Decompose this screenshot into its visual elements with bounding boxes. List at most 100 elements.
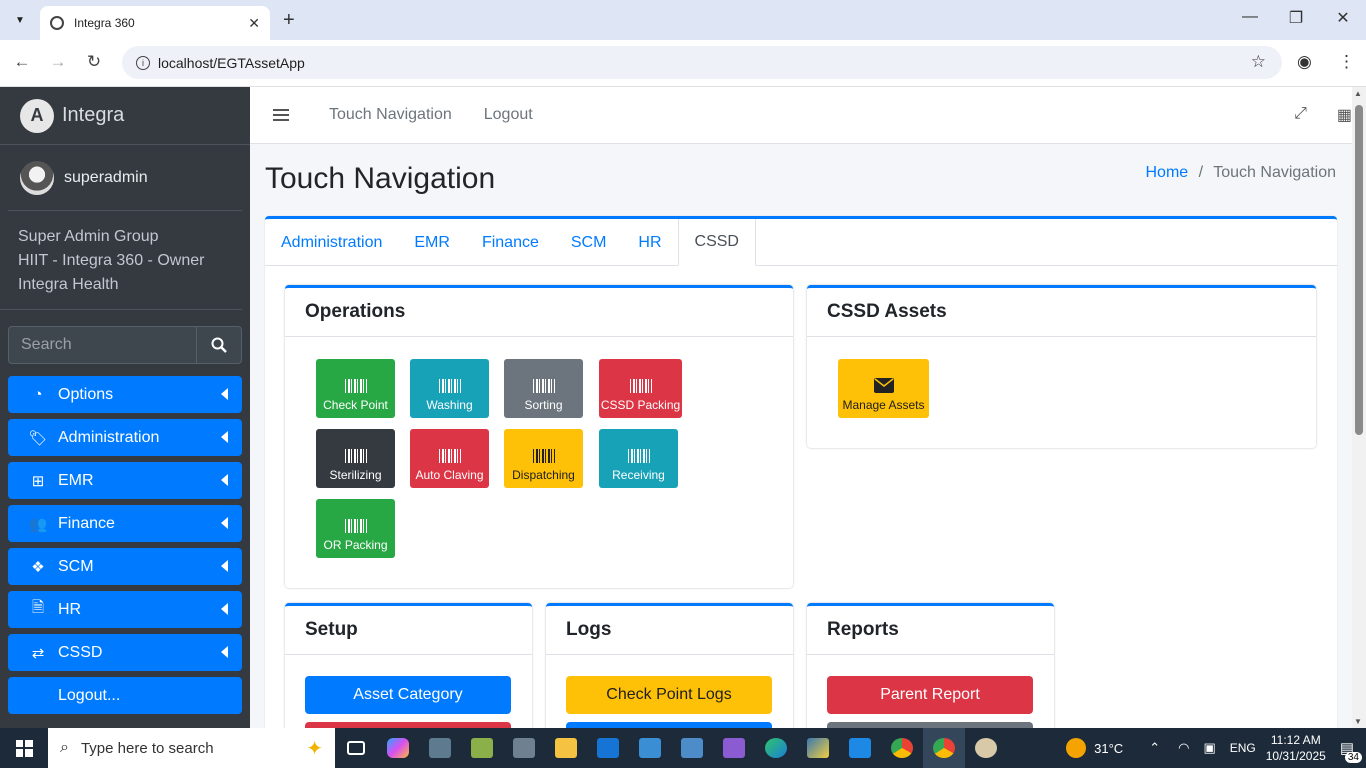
sidebar-item-label: Administration (58, 428, 160, 446)
user-groups: Super Admin Group HIIT - Integra 360 - O… (0, 211, 242, 310)
fullscreen-icon[interactable]: ⤢ (1294, 105, 1307, 125)
app-icon[interactable] (629, 728, 671, 768)
language-indicator[interactable]: ENG (1230, 741, 1256, 755)
parent-report-button[interactable]: Parent Report (827, 676, 1033, 714)
tile-sorting[interactable]: Sorting (504, 359, 583, 418)
sidebar-item-options[interactable]: ◔ Options (8, 376, 242, 413)
hamburger-menu-icon[interactable] (273, 109, 289, 121)
address-bar[interactable]: i localhost/EGTAssetApp ☆ (122, 46, 1282, 79)
back-icon[interactable]: ← (12, 52, 32, 72)
scroll-up-icon[interactable]: ▲ (1354, 89, 1362, 98)
tile-washing[interactable]: Washing (410, 359, 489, 418)
notifications-icon[interactable]: ▤ 34 (1340, 739, 1362, 763)
bookmark-star-icon[interactable]: ☆ (1251, 52, 1266, 72)
sidebar-item-emr[interactable]: ⊞ EMR (8, 462, 242, 499)
edge-icon[interactable] (755, 728, 797, 768)
tab-administration[interactable]: Administration (265, 219, 398, 266)
scrollbar-thumb[interactable] (1355, 105, 1363, 435)
barcode-icon (629, 379, 652, 393)
site-info-icon[interactable]: i (136, 55, 150, 70)
user-panel[interactable]: superadmin (8, 145, 242, 211)
tile-or-packing[interactable]: OR Packing (316, 499, 395, 558)
minimize-icon[interactable]: — (1240, 8, 1260, 26)
tools-icon[interactable] (419, 728, 461, 768)
scroll-down-icon[interactable]: ▼ (1354, 717, 1362, 726)
check-point-logs-button[interactable]: Check Point Logs (566, 676, 772, 714)
outlook-icon[interactable] (587, 728, 629, 768)
panel-title: CSSD Assets (807, 288, 1316, 337)
nav-link-logout[interactable]: Logout (484, 106, 533, 124)
window-close-icon[interactable]: ✕ (1333, 8, 1353, 28)
chevron-left-icon (221, 431, 228, 443)
remote-desktop-icon[interactable] (671, 728, 713, 768)
taskbar-search[interactable]: ⌕ Type here to search ✦ (48, 728, 335, 768)
group-name: HIIT - Integra 360 - Owner (18, 252, 205, 269)
tab-emr[interactable]: EMR (398, 219, 466, 266)
close-tab-icon[interactable]: ✕ (248, 15, 260, 32)
tile-label: Check Point (323, 398, 388, 412)
search-button[interactable] (196, 326, 242, 364)
browser-menu-icon[interactable]: ⋮ (1338, 52, 1355, 72)
tools-icon-2[interactable] (461, 728, 503, 768)
tile-sterilizing[interactable]: Sterilizing (316, 429, 395, 488)
asset-category-button[interactable]: Asset Category (305, 676, 511, 714)
tags-icon: 🏷 (28, 429, 48, 447)
browser-tab[interactable]: Integra 360 ✕ (40, 6, 270, 40)
clock[interactable]: 11:12 AM 10/31/2025 (1266, 732, 1326, 764)
tools-icon-3[interactable] (503, 728, 545, 768)
reload-icon[interactable]: ↻ (84, 52, 104, 72)
python-icon[interactable] (797, 728, 839, 768)
restore-icon[interactable]: ❐ (1286, 8, 1306, 28)
tile-dispatching[interactable]: Dispatching (504, 429, 583, 488)
new-tab-icon[interactable]: + (283, 8, 295, 32)
tab-scm[interactable]: SCM (555, 219, 623, 266)
tile-manage-assets[interactable]: Manage Assets (838, 359, 929, 418)
weather-sun-icon[interactable] (1066, 738, 1087, 758)
tab-search-chevron-icon[interactable]: ▼ (8, 8, 32, 32)
username: superadmin (64, 168, 148, 186)
copilot-icon[interactable] (377, 728, 419, 768)
chevron-left-icon (221, 517, 228, 529)
tile-check-point[interactable]: Check Point (316, 359, 395, 418)
sidebar-item-administration[interactable]: 🏷 Administration (8, 419, 242, 456)
breadcrumb-home[interactable]: Home (1146, 164, 1189, 181)
wifi-icon[interactable]: ◠ (1178, 740, 1189, 756)
sidebar-item-finance[interactable]: 👥 Finance (8, 505, 242, 542)
tab-finance[interactable]: Finance (466, 219, 555, 266)
chrome-icon[interactable] (881, 728, 923, 768)
brand-link[interactable]: A Integra (0, 87, 250, 145)
barcode-icon (438, 449, 461, 463)
display-icon[interactable]: ▣ (1203, 740, 1215, 756)
sidebar-item-scm[interactable]: ❖ SCM (8, 548, 242, 585)
tab-hr[interactable]: HR (622, 219, 677, 266)
visual-studio-icon[interactable] (713, 728, 755, 768)
grid-apps-icon[interactable]: ▦ (1337, 105, 1352, 125)
tab-cssd[interactable]: CSSD (677, 219, 756, 266)
sidebar-item-label: CSSD (58, 643, 103, 661)
vscode-icon[interactable] (839, 728, 881, 768)
tile-auto-claving[interactable]: Auto Claving (410, 429, 489, 488)
barcode-icon (532, 449, 555, 463)
weather-temp[interactable]: 31°C (1094, 741, 1123, 756)
file-explorer-icon[interactable] (545, 728, 587, 768)
tile-label: Sterilizing (329, 468, 382, 482)
paint-icon[interactable] (965, 728, 1007, 768)
browser-tab-title: Integra 360 (74, 16, 135, 30)
page-scrollbar[interactable]: ▲ ▼ (1352, 87, 1366, 728)
operations-panel: Operations Check Point Washing Sorting C… (285, 285, 793, 588)
chevron-up-icon[interactable]: ⌃ (1149, 740, 1160, 756)
profile-icon[interactable]: ◉ (1297, 52, 1312, 72)
sidebar-item-cssd[interactable]: ⇄ CSSD (8, 634, 242, 671)
forward-icon[interactable]: → (48, 52, 68, 72)
tile-label: Manage Assets (842, 398, 925, 412)
tile-cssd-packing[interactable]: CSSD Packing (599, 359, 682, 418)
chrome-active-icon[interactable] (923, 728, 965, 768)
nav-link-touch-navigation[interactable]: Touch Navigation (329, 106, 452, 124)
sidebar-search-input[interactable] (8, 326, 196, 364)
sidebar-item-hr[interactable]: 🗎 HR (8, 591, 242, 628)
tile-receiving[interactable]: Receiving (599, 429, 678, 488)
sidebar-item-logout[interactable]: Logout... (8, 677, 242, 714)
start-button[interactable] (0, 728, 48, 768)
task-view-icon[interactable] (335, 728, 377, 768)
clock-time: 11:12 AM (1270, 733, 1321, 747)
